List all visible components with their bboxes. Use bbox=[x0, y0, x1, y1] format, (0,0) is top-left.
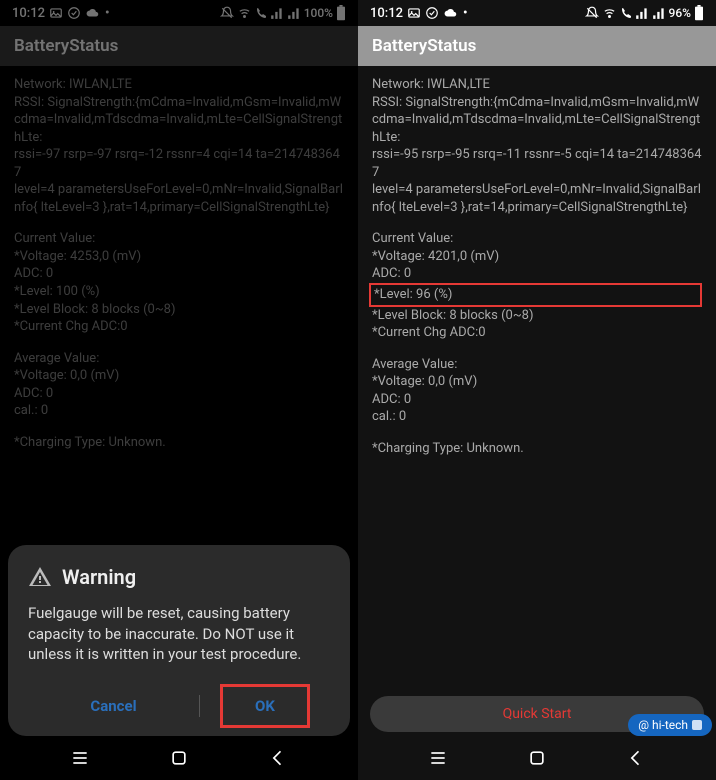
check-circle-icon bbox=[67, 6, 81, 20]
rssi-line: RSSI: SignalStrength:{mCdma=Invalid,mGsm… bbox=[14, 94, 344, 147]
chg-adc-line: *Current Chg ADC:0 bbox=[372, 324, 702, 342]
statusbar: 10:12 • bbox=[0, 0, 358, 26]
battery-icon bbox=[336, 5, 346, 21]
badge-square-icon bbox=[692, 720, 702, 730]
quick-start-label: Quick Start bbox=[503, 706, 572, 722]
dialog-title: Warning bbox=[62, 565, 136, 589]
adc-line: ADC: 0 bbox=[372, 265, 702, 283]
divider bbox=[199, 695, 200, 717]
network-line: Network: IWLAN,LTE bbox=[14, 76, 344, 94]
rssi-line: level=4 parametersUseForLevel=0,mNr=Inva… bbox=[14, 181, 344, 216]
battery-text: 100% bbox=[304, 6, 333, 20]
level-line: *Level: 96 (%) bbox=[369, 283, 702, 307]
level-line: *Level: 100 (%) bbox=[14, 283, 344, 301]
clock: 10:12 bbox=[12, 6, 45, 21]
current-value-label: Current Value: bbox=[372, 230, 702, 248]
voltage-line: *Voltage: 4253,0 (mV) bbox=[14, 248, 344, 266]
level-block-line: *Level Block: 8 blocks (0~8) bbox=[372, 307, 702, 325]
chg-type-line: *Charging Type: Unknown. bbox=[372, 440, 702, 458]
image-icon bbox=[407, 6, 421, 20]
home-button[interactable] bbox=[167, 746, 191, 770]
wifi-icon bbox=[602, 6, 617, 20]
recents-button[interactable] bbox=[426, 746, 450, 770]
current-value-label: Current Value: bbox=[14, 230, 344, 248]
chg-adc-line: *Current Chg ADC:0 bbox=[14, 318, 344, 336]
statusbar: 10:12 • bbox=[358, 0, 716, 26]
page-title: BatteryStatus bbox=[14, 36, 118, 56]
battery-text: 96% bbox=[669, 6, 691, 20]
bell-off-icon bbox=[585, 6, 599, 20]
image-icon bbox=[49, 6, 63, 20]
cancel-button[interactable]: Cancel bbox=[28, 687, 199, 725]
avg-cal-line: cal.: 0 bbox=[372, 408, 702, 426]
navbar bbox=[358, 736, 716, 780]
level-block-line: *Level Block: 8 blocks (0~8) bbox=[14, 301, 344, 319]
rssi-line: rssi=-95 rsrp=-95 rsrq=-11 rssnr=-5 cqi=… bbox=[372, 146, 702, 181]
app-header: BatteryStatus bbox=[358, 26, 716, 66]
signal-icon bbox=[635, 6, 649, 20]
avg-voltage-line: *Voltage: 0,0 (mV) bbox=[14, 367, 344, 385]
signal-icon-2 bbox=[287, 6, 301, 20]
rssi-line: RSSI: SignalStrength:{mCdma=Invalid,mGsm… bbox=[372, 94, 702, 147]
phone-icon bbox=[255, 7, 267, 19]
rssi-line: rssi=-97 rsrp=-97 rsrq=-12 rssnr=4 cqi=1… bbox=[14, 146, 344, 181]
average-value-label: Average Value: bbox=[372, 356, 702, 374]
ok-button[interactable]: OK bbox=[220, 684, 310, 728]
phone-left: 10:12 • bbox=[0, 0, 358, 780]
bell-off-icon bbox=[220, 6, 234, 20]
page-title: BatteryStatus bbox=[372, 36, 476, 56]
avg-adc-line: ADC: 0 bbox=[14, 385, 344, 403]
rssi-line: level=4 parametersUseForLevel=0,mNr=Inva… bbox=[372, 181, 702, 216]
chg-type-line: *Charging Type: Unknown. bbox=[14, 434, 344, 452]
signal-icon-2 bbox=[652, 6, 666, 20]
clock: 10:12 bbox=[370, 6, 403, 21]
avg-adc-line: ADC: 0 bbox=[372, 391, 702, 409]
watermark-badge: @ hi-tech bbox=[628, 714, 712, 736]
wifi-icon bbox=[237, 6, 252, 20]
avg-voltage-line: *Voltage: 0,0 (mV) bbox=[372, 373, 702, 391]
content-area: Network: IWLAN,LTE RSSI: SignalStrength:… bbox=[358, 66, 716, 457]
cloud-icon bbox=[443, 6, 459, 20]
watermark-text: @ hi-tech bbox=[638, 718, 688, 732]
cloud-icon bbox=[85, 6, 101, 20]
app-header: BatteryStatus bbox=[0, 26, 358, 66]
content-area: Network: IWLAN,LTE RSSI: SignalStrength:… bbox=[0, 66, 358, 451]
average-value-label: Average Value: bbox=[14, 350, 344, 368]
dot-icon: • bbox=[105, 6, 110, 21]
warning-dialog: Warning Fuelgauge will be reset, causing… bbox=[8, 545, 350, 736]
network-line: Network: IWLAN,LTE bbox=[372, 76, 702, 94]
dialog-body: Fuelgauge will be reset, causing battery… bbox=[28, 603, 330, 664]
phone-right: 10:12 • bbox=[358, 0, 716, 780]
recents-button[interactable] bbox=[68, 746, 92, 770]
navbar bbox=[0, 736, 358, 780]
signal-icon bbox=[270, 6, 284, 20]
back-button[interactable] bbox=[266, 746, 290, 770]
warning-icon bbox=[28, 565, 52, 589]
battery-icon bbox=[694, 5, 704, 21]
adc-line: ADC: 0 bbox=[14, 265, 344, 283]
dot-icon: • bbox=[463, 6, 468, 21]
voltage-line: *Voltage: 4201,0 (mV) bbox=[372, 248, 702, 266]
home-button[interactable] bbox=[525, 746, 549, 770]
back-button[interactable] bbox=[624, 746, 648, 770]
avg-cal-line: cal.: 0 bbox=[14, 402, 344, 420]
check-circle-icon bbox=[425, 6, 439, 20]
phone-icon bbox=[620, 7, 632, 19]
